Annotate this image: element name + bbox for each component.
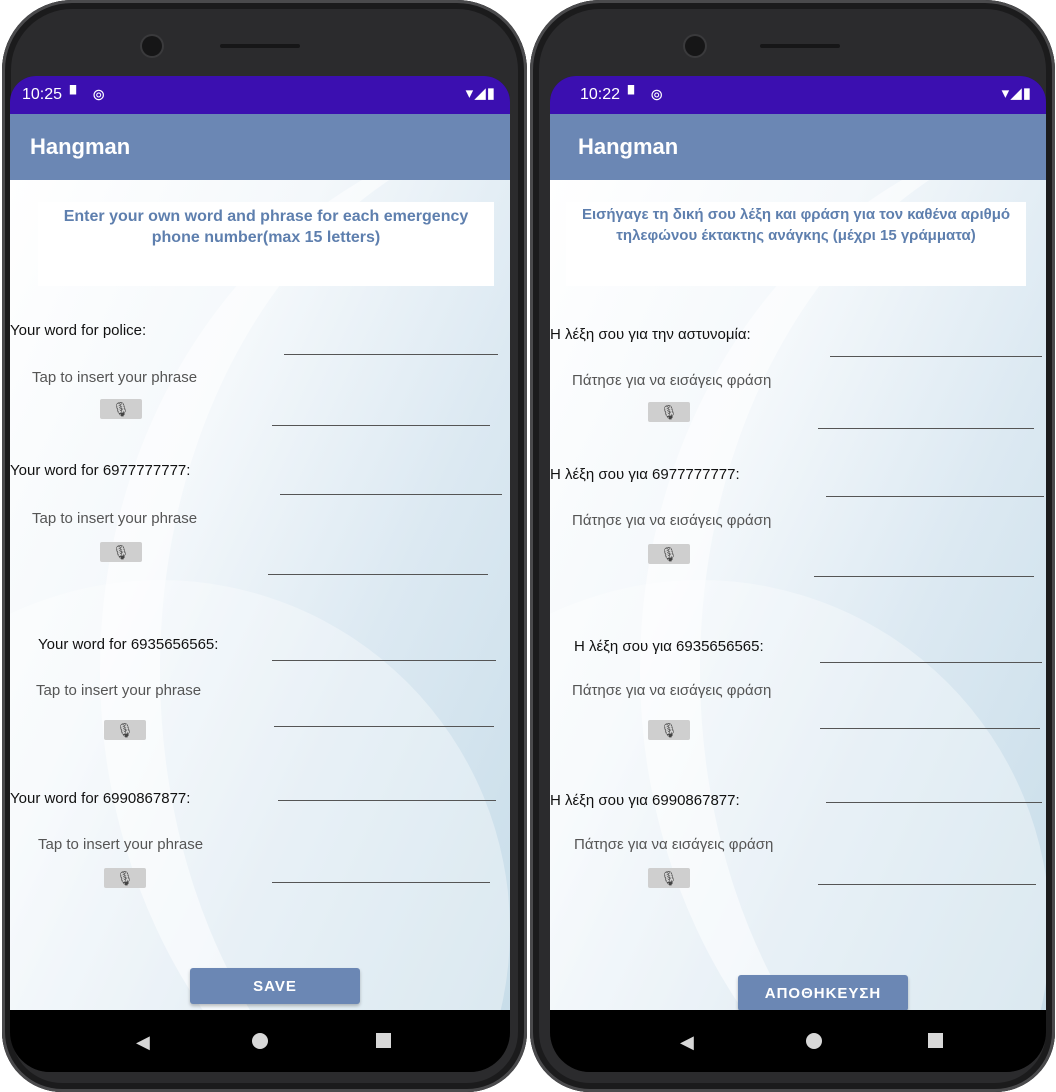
phrase-label-number-2[interactable]: Πάτησε για να εισάγεις φράση: [572, 682, 771, 699]
content-area: Εισήγαγε τη δική σου λέξη και φράση για …: [550, 180, 1046, 1010]
recent-square-icon[interactable]: [928, 1033, 943, 1048]
front-camera: [685, 36, 705, 56]
mic-icon: 🎙: [112, 544, 130, 560]
word-label-number-1: Your word for 6977777777:: [10, 462, 191, 479]
save-button[interactable]: ΑΠΟΘΗΚΕΥΣΗ: [738, 975, 908, 1010]
word-label-number-2: Your word for 6935656565:: [38, 636, 219, 653]
phrase-input-police[interactable]: [818, 428, 1034, 429]
phone-top-bezel: [530, 0, 1055, 78]
mic-button-number-2[interactable]: 🎙: [648, 720, 690, 740]
phrase-label-number-3[interactable]: Πάτησε για να εισάγεις φράση: [574, 836, 773, 853]
word-label-police: Your word for police:: [10, 322, 147, 339]
phrase-label-number-2[interactable]: Tap to insert your phrase: [36, 682, 201, 699]
phone-right: 10:22 ▘ ⊚ ▾◢▮ Hangman Εισήγαγε τη δική σ…: [530, 0, 1055, 1092]
status-time: 10:25: [22, 86, 63, 103]
app-title: Hangman: [30, 134, 131, 159]
navigation-bar: ◀: [10, 1010, 510, 1072]
mic-icon: 🎙: [112, 401, 130, 417]
phrase-label-number-1[interactable]: Tap to insert your phrase: [32, 510, 197, 527]
mic-icon: 🎙: [660, 870, 678, 886]
status-time: 10:22: [580, 86, 621, 103]
phrase-label-police[interactable]: Tap to insert your phrase: [32, 369, 197, 386]
mic-button-number-2[interactable]: 🎙: [104, 720, 146, 740]
phrase-input-number-1[interactable]: [268, 574, 488, 575]
home-circle-icon[interactable]: [252, 1033, 268, 1049]
phrase-input-number-3[interactable]: [272, 882, 490, 883]
screen: 10:25 ▘ ⊚ ▾◢▮ Hangman Enter your own wor…: [10, 76, 510, 1072]
back-triangle-icon[interactable]: ◀: [136, 1032, 150, 1053]
navigation-bar: ◀: [550, 1010, 1046, 1072]
screen: 10:22 ▘ ⊚ ▾◢▮ Hangman Εισήγαγε τη δική σ…: [550, 76, 1046, 1072]
recent-square-icon[interactable]: [376, 1033, 391, 1048]
word-input-police[interactable]: [830, 356, 1042, 357]
mic-button-number-3[interactable]: 🎙: [104, 868, 146, 888]
word-input-number-2[interactable]: [820, 662, 1042, 663]
word-input-number-3[interactable]: [278, 800, 496, 801]
mic-button-police[interactable]: 🎙: [100, 399, 142, 419]
sd-card-icon: ▘: [628, 87, 641, 104]
sd-card-icon: ▘: [70, 87, 83, 104]
word-label-number-2: Η λέξη σου για 6935656565:: [574, 638, 764, 655]
content-area: Enter your own word and phrase for each …: [10, 180, 510, 1010]
word-label-police: Η λέξη σου για την αστυνομία:: [550, 326, 751, 343]
status-bar: 10:25 ▘ ⊚ ▾◢▮: [10, 76, 510, 114]
word-input-number-1[interactable]: [280, 494, 502, 495]
mic-icon: 🎙: [660, 404, 678, 420]
phrase-input-number-2[interactable]: [820, 728, 1040, 729]
mic-icon: 🎙: [116, 722, 134, 738]
status-bar: 10:22 ▘ ⊚ ▾◢▮: [550, 76, 1046, 114]
word-label-number-3: Your word for 6990867877:: [10, 790, 191, 807]
word-input-number-1[interactable]: [826, 496, 1044, 497]
phone-left: 10:25 ▘ ⊚ ▾◢▮ Hangman Enter your own wor…: [2, 0, 527, 1092]
phrase-input-police[interactable]: [272, 425, 490, 426]
signal-battery-icons: ▾◢▮: [465, 85, 496, 102]
word-label-number-1: Η λέξη σου για 6977777777:: [550, 466, 740, 483]
phrase-label-number-1[interactable]: Πάτησε για να εισάγεις φράση: [572, 512, 771, 529]
back-triangle-icon[interactable]: ◀: [680, 1032, 694, 1053]
app-bar: Hangman: [10, 114, 510, 180]
sync-icon: ⊚: [92, 87, 106, 104]
earpiece-speaker: [760, 44, 840, 48]
mic-icon: 🎙: [116, 870, 134, 886]
app-title: Hangman: [578, 134, 679, 159]
word-label-number-3: Η λέξη σου για 6990867877:: [550, 792, 740, 809]
phrase-label-number-3[interactable]: Tap to insert your phrase: [38, 836, 203, 853]
mic-button-number-1[interactable]: 🎙: [648, 544, 690, 564]
instruction-text: Enter your own word and phrase for each …: [38, 202, 494, 286]
word-input-number-3[interactable]: [826, 802, 1042, 803]
phrase-input-number-3[interactable]: [818, 884, 1036, 885]
phrase-input-number-1[interactable]: [814, 576, 1034, 577]
mic-icon: 🎙: [660, 722, 678, 738]
mic-button-police[interactable]: 🎙: [648, 402, 690, 422]
word-input-number-2[interactable]: [272, 660, 496, 661]
mic-icon: 🎙: [660, 546, 678, 562]
signal-battery-icons: ▾◢▮: [1001, 85, 1032, 102]
home-circle-icon[interactable]: [806, 1033, 822, 1049]
phrase-label-police[interactable]: Πάτησε για να εισάγεις φράση: [572, 372, 771, 389]
app-bar: Hangman: [550, 114, 1046, 180]
sync-icon: ⊚: [650, 87, 664, 104]
front-camera: [142, 36, 162, 56]
save-button[interactable]: SAVE: [190, 968, 360, 1004]
phrase-input-number-2[interactable]: [274, 726, 494, 727]
mic-button-number-1[interactable]: 🎙: [100, 542, 142, 562]
mic-button-number-3[interactable]: 🎙: [648, 868, 690, 888]
phone-top-bezel: [2, 0, 527, 78]
word-input-police[interactable]: [284, 354, 498, 355]
instruction-text: Εισήγαγε τη δική σου λέξη και φράση για …: [566, 202, 1026, 286]
earpiece-speaker: [220, 44, 300, 48]
